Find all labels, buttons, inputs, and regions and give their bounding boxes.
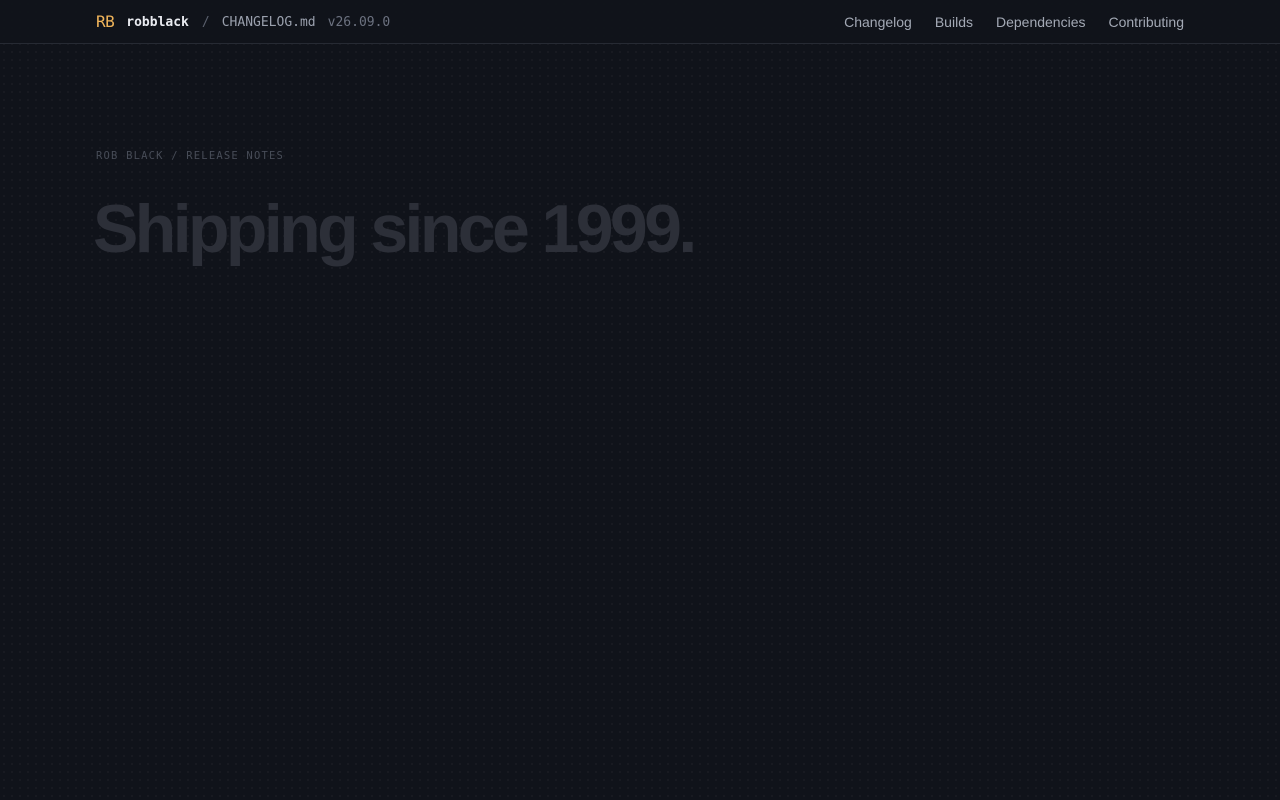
file-name[interactable]: CHANGELOG.md: [222, 15, 316, 30]
nav-link-changelog[interactable]: Changelog: [844, 14, 912, 30]
main-nav: Changelog Builds Dependencies Contributi…: [844, 0, 1184, 44]
nav-link-builds[interactable]: Builds: [935, 14, 973, 30]
version-label: v26.09.0: [327, 14, 391, 30]
logo[interactable]: RB: [96, 14, 115, 30]
nav-link-contributing[interactable]: Contributing: [1109, 14, 1185, 30]
breadcrumb: RB robblack / CHANGELOG.md v26.09.0: [96, 0, 390, 44]
top-bar: RB robblack / CHANGELOG.md v26.09.0 Chan…: [0, 0, 1280, 44]
eyebrow-label: ROB BLACK / RELEASE NOTES: [96, 150, 285, 162]
nav-link-dependencies[interactable]: Dependencies: [996, 14, 1086, 30]
username-link[interactable]: robblack: [126, 15, 189, 30]
breadcrumb-separator: /: [201, 14, 210, 30]
page-title: Shipping since 1999.: [93, 191, 697, 267]
